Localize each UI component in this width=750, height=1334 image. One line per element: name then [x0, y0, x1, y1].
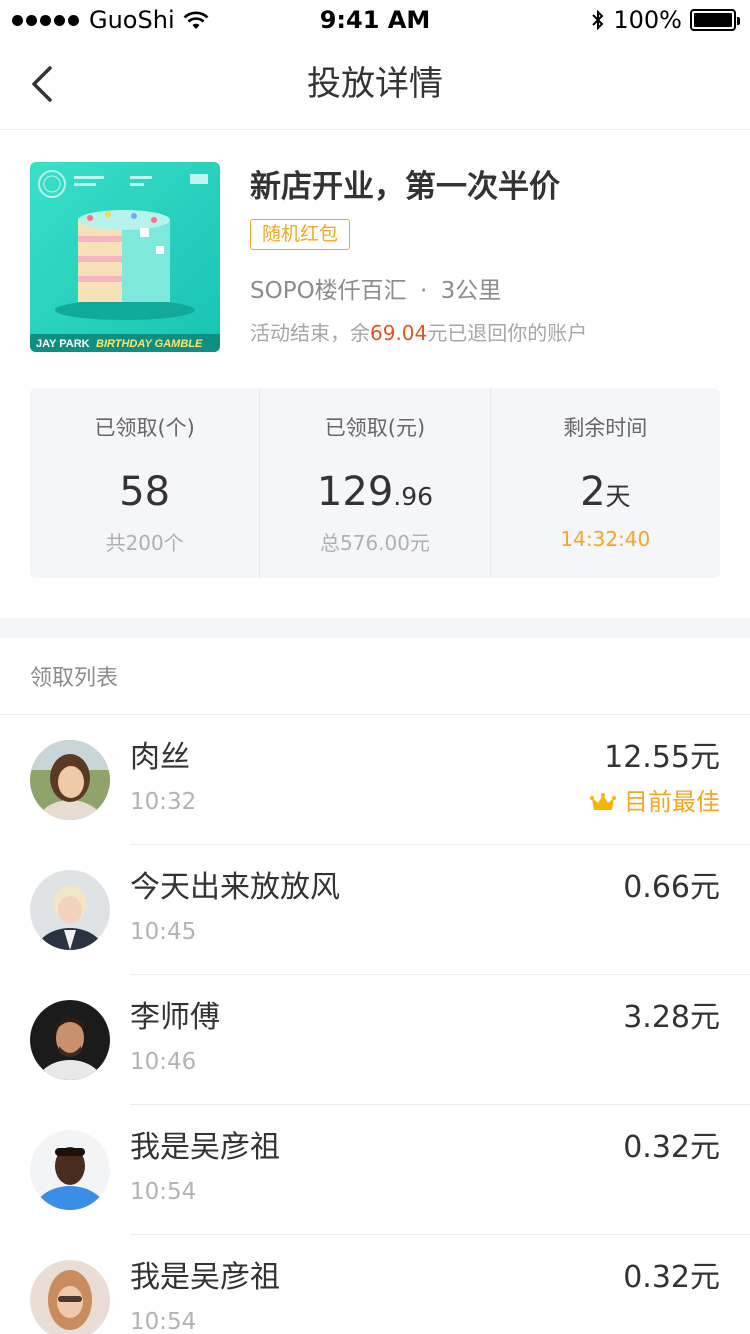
stat-received-amount: 已领取(元) 129.96 总576.00元: [259, 388, 489, 578]
campaign-cover-image: JAY PARK BIRTHDAY GAMBLE: [30, 162, 220, 352]
receive-time: 10:54: [130, 1309, 197, 1334]
recipient-name: 我是吴彦祖: [130, 1130, 280, 1165]
receive-amount: 0.32元: [623, 1130, 720, 1165]
stat-value: 58: [119, 469, 171, 515]
stat-value: 2天: [580, 469, 631, 515]
countdown-timer: 14:32:40: [560, 527, 651, 551]
status-right: 100%: [591, 6, 740, 34]
receive-time: 10:32: [130, 789, 197, 815]
avatar: [30, 1130, 110, 1210]
battery-percent: 100%: [613, 6, 682, 34]
store-name: SOPO楼仟百汇: [250, 278, 407, 304]
refund-amount: 69.04: [370, 321, 428, 345]
section-divider: [0, 618, 750, 638]
best-badge: 目前最佳: [590, 785, 720, 819]
receive-amount: 12.55元: [604, 740, 720, 775]
status-bar: GuoShi 9:41 AM 100%: [0, 0, 750, 40]
dot-separator: ·: [420, 278, 428, 304]
campaign-tag-badge: 随机红包: [250, 219, 351, 250]
avatar: [30, 1260, 110, 1334]
receive-amount: 0.32元: [623, 1260, 720, 1295]
list-item[interactable]: 我是吴彦祖 10:54 0.32元: [0, 1235, 750, 1334]
campaign-title: 新店开业，第一次半价: [250, 169, 560, 205]
stat-sub: 总576.00元: [320, 531, 430, 555]
nav-bar: 投放详情: [0, 40, 750, 130]
bluetooth-icon: [592, 9, 604, 31]
stat-label: 已领取(个): [94, 416, 195, 440]
stat-value: 129.96: [316, 469, 434, 515]
list-item[interactable]: 今天出来放放风 10:45 0.66元: [0, 845, 750, 975]
battery-icon: [690, 9, 740, 31]
refund-prefix: 活动结束，余: [250, 321, 370, 345]
stat-label: 剩余时间: [563, 416, 648, 440]
crown-icon: [590, 793, 616, 810]
page-title: 投放详情: [307, 64, 443, 104]
cover-album-text: BIRTHDAY GAMBLE: [96, 338, 203, 350]
recipient-name: 今天出来放放风: [130, 870, 340, 905]
list-item[interactable]: 肉丝 10:32 12.55元 目前最佳: [0, 715, 750, 845]
recipient-name: 肉丝: [130, 740, 190, 775]
stat-sub: 共200个: [105, 531, 184, 555]
store-distance: 3公里: [440, 278, 502, 304]
list-header: 领取列表: [30, 666, 119, 691]
list-item[interactable]: 李师傅 10:46 3.28元: [0, 975, 750, 1105]
stat-remaining-time: 剩余时间 2天 14:32:40: [489, 388, 720, 578]
stat-received-count: 已领取(个) 58 共200个: [30, 388, 259, 578]
cover-artist-text: JAY PARK: [36, 338, 90, 350]
receive-time: 10:45: [130, 919, 197, 945]
recipient-name: 我是吴彦祖: [130, 1260, 280, 1295]
best-label: 目前最佳: [624, 788, 720, 816]
receive-amount: 3.28元: [623, 1000, 720, 1035]
store-info: SOPO楼仟百汇 · 3公里: [250, 274, 501, 308]
stat-label: 已领取(元): [324, 416, 426, 440]
avatar: [30, 870, 110, 950]
avatar: [30, 740, 110, 820]
receive-time: 10:54: [130, 1179, 197, 1205]
receive-time: 10:46: [130, 1049, 197, 1075]
receive-amount: 0.66元: [623, 870, 720, 905]
stats-panel: 已领取(个) 58 共200个 已领取(元) 129.96 总576.00元 剩…: [30, 388, 720, 578]
recipient-name: 李师傅: [130, 1000, 220, 1035]
refund-suffix: 元已退回你的账户: [427, 321, 588, 345]
refund-note: 活动结束，余69.04元已退回你的账户: [250, 318, 587, 348]
list-item[interactable]: 我是吴彦祖 10:54 0.32元: [0, 1105, 750, 1235]
avatar: [30, 1000, 110, 1080]
